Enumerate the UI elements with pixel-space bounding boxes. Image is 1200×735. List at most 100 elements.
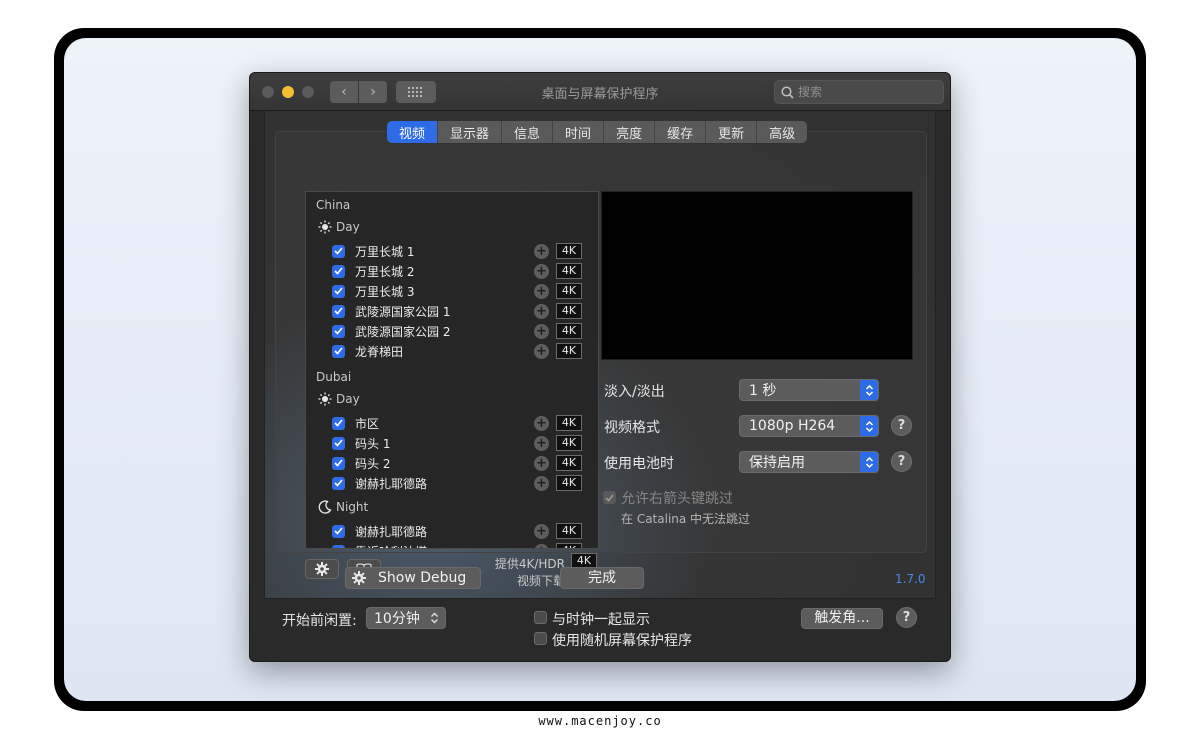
titlebar: ‹ › 桌面与屏幕保护程序 [250, 73, 950, 111]
4k-badge: 4K [556, 475, 582, 491]
plus-icon[interactable]: + [534, 343, 549, 359]
close-button[interactable] [262, 86, 274, 98]
skip-label: 允许右箭头键跳过 [621, 491, 733, 507]
show-all-button[interactable] [396, 81, 436, 103]
list-item[interactable]: 武陵源国家公园 2 +4K [332, 322, 582, 340]
tab-7[interactable]: 高级 [757, 121, 807, 143]
video-checkbox[interactable] [332, 264, 345, 278]
video-name: 市区 [355, 416, 380, 431]
list-item[interactable]: 码头 2 +4K [332, 454, 582, 472]
video-name: 武陵源国家公园 1 [355, 304, 451, 319]
4k-badge: 4K [556, 543, 582, 548]
period-header: Day [318, 220, 360, 234]
show-debug-button[interactable]: Show Debug [345, 567, 481, 589]
list-item[interactable]: 万里长城 3 +4K [332, 282, 582, 300]
plus-icon[interactable]: + [534, 523, 549, 539]
forward-button[interactable]: › [359, 81, 387, 103]
video-checkbox[interactable] [332, 476, 345, 490]
window-title: 桌面与屏幕保护程序 [541, 87, 659, 102]
tab-6[interactable]: 更新 [706, 121, 758, 143]
4k-badge: 4K [556, 303, 582, 319]
video-list[interactable]: China Day 万里长城 1 +4K 万里长城 2 +4K 万里长城 3 +4K 武陵源国家… [305, 191, 599, 549]
period-label: Day [336, 220, 360, 234]
search-input[interactable] [798, 85, 928, 99]
plus-icon[interactable]: + [534, 543, 549, 548]
list-item[interactable]: 万里长城 1 +4K [332, 242, 582, 260]
clock-checkbox[interactable] [534, 611, 547, 624]
plus-icon[interactable]: + [534, 455, 549, 471]
zoom-button[interactable] [302, 86, 314, 98]
updown-arrow-icon [860, 416, 878, 436]
list-item[interactable]: 龙脊梯田 +4K [332, 342, 582, 360]
video-checkbox[interactable] [332, 284, 345, 298]
updown-arrow-icon [860, 452, 878, 472]
tab-2[interactable]: 信息 [502, 121, 554, 143]
video-preview [601, 191, 913, 360]
list-item[interactable]: 码头 1 +4K [332, 434, 582, 452]
tab-0[interactable]: 视频 [387, 121, 439, 143]
4k-badge: 4K [556, 435, 582, 451]
list-item[interactable]: 市区 +4K [332, 414, 582, 432]
4k-badge: 4K [556, 415, 582, 431]
video-checkbox[interactable] [332, 544, 345, 548]
video-checkbox[interactable] [332, 324, 345, 338]
video-checkbox[interactable] [332, 416, 345, 430]
battery-label: 使用电池时 [604, 456, 674, 472]
skip-checkbox[interactable] [603, 491, 616, 504]
video-name: 靠近哈利法塔 [355, 543, 534, 549]
bottom-help-button[interactable]: ? [896, 607, 917, 628]
random-label: 使用随机屏幕保护程序 [552, 633, 692, 649]
fade-label: 淡入/淡出 [604, 384, 665, 400]
video-name: 万里长城 3 [355, 284, 415, 299]
hot-corners-button[interactable]: 触发角... [801, 608, 883, 629]
video-checkbox[interactable] [332, 344, 345, 358]
list-item[interactable]: 靠近哈利法塔+4K [332, 542, 582, 549]
search-icon [781, 85, 794, 99]
list-item[interactable]: 谢赫扎耶德路 +4K [332, 474, 582, 492]
plus-icon[interactable]: + [534, 435, 549, 451]
battery-help-button[interactable]: ? [891, 451, 912, 472]
done-button[interactable]: 完成 [560, 567, 644, 589]
plus-icon[interactable]: + [534, 243, 549, 259]
random-checkbox[interactable] [534, 632, 547, 645]
battery-select[interactable]: 保持启用 [739, 451, 879, 473]
4k-badge: 4K [556, 523, 582, 539]
sun-icon [318, 392, 332, 406]
list-item[interactable]: 谢赫扎耶德路 +4K [332, 522, 582, 540]
plus-icon[interactable]: + [534, 303, 549, 319]
format-help-button[interactable]: ? [891, 415, 912, 436]
video-checkbox[interactable] [332, 436, 345, 450]
plus-icon[interactable]: + [534, 475, 549, 491]
format-select[interactable]: 1080p H264 [739, 415, 879, 437]
idle-select[interactable]: 10分钟 [366, 607, 446, 629]
list-item[interactable]: 万里长城 2 +4K [332, 262, 582, 280]
list-item[interactable]: 武陵源国家公园 1 +4K [332, 302, 582, 320]
city-header: Dubai [316, 370, 352, 384]
search-field[interactable] [774, 80, 944, 104]
plus-icon[interactable]: + [534, 263, 549, 279]
plus-icon[interactable]: + [534, 323, 549, 339]
fade-select[interactable]: 1 秒 [739, 379, 879, 401]
tab-1[interactable]: 显示器 [438, 121, 503, 143]
video-checkbox[interactable] [332, 304, 345, 318]
skip-note: 在 Catalina 中无法跳过 [621, 512, 751, 526]
checkmark-icon [605, 493, 614, 502]
aerial-settings-sheet: China Day 万里长城 1 +4K 万里长城 2 +4K 万里长城 3 +4K 武陵源国家… [264, 111, 936, 599]
plus-icon[interactable]: + [534, 283, 549, 299]
tab-4[interactable]: 亮度 [604, 121, 656, 143]
back-button[interactable]: ‹ [330, 81, 358, 103]
video-download-label: 视频下载 [516, 574, 565, 588]
plus-icon[interactable]: + [534, 415, 549, 431]
video-checkbox[interactable] [332, 456, 345, 470]
video-checkbox[interactable] [332, 524, 345, 538]
video-checkbox[interactable] [332, 244, 345, 258]
updown-arrow-icon [860, 380, 878, 400]
provide-4k-label: 提供4K/HDR [494, 557, 565, 571]
settings-button[interactable] [305, 559, 339, 579]
idle-label: 开始前闲置: [282, 613, 357, 629]
tab-5[interactable]: 缓存 [655, 121, 707, 143]
4k-badge: 4K [556, 263, 582, 279]
gear-icon [315, 562, 329, 576]
tab-3[interactable]: 时间 [553, 121, 605, 143]
minimize-button[interactable] [282, 86, 294, 98]
